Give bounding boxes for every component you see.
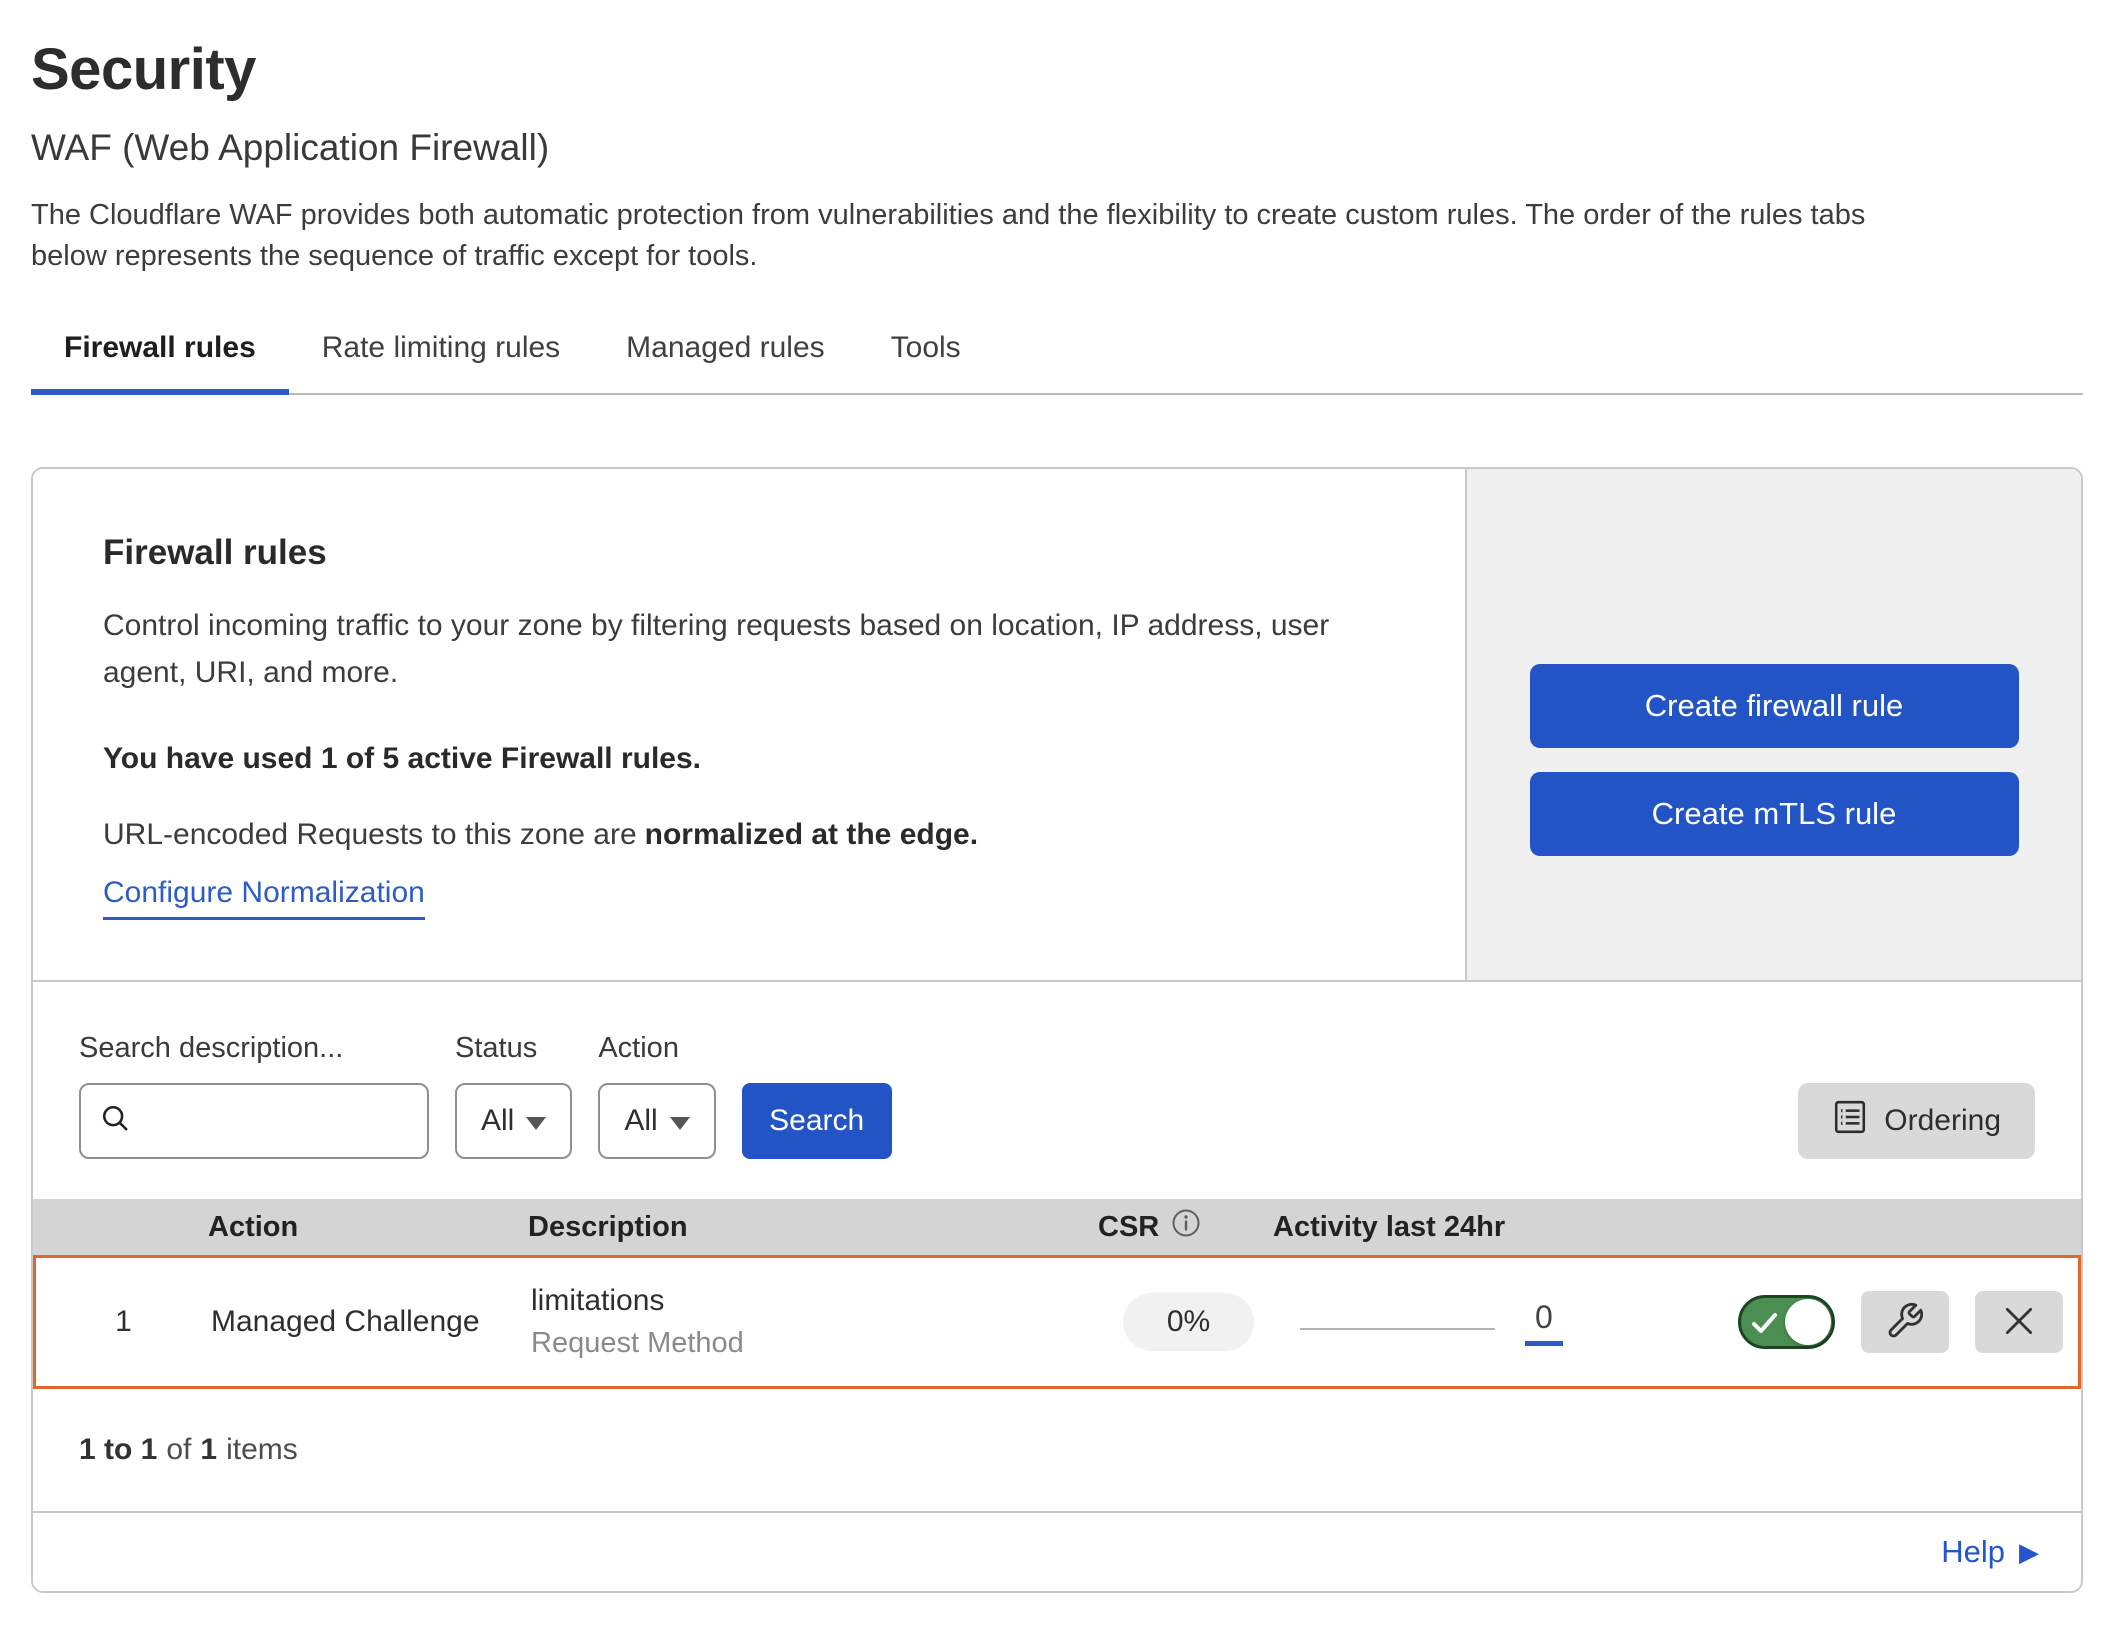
status-label: Status — [455, 1032, 572, 1065]
rule-enabled-toggle[interactable] — [1738, 1295, 1835, 1349]
column-csr-label: CSR — [1098, 1211, 1159, 1244]
search-label: Search description... — [79, 1032, 429, 1065]
normalization-text: URL-encoded Requests to this zone are — [103, 818, 637, 851]
rules-filter-bar: Search description... Status All — [33, 982, 2081, 1199]
rule-action: Managed Challenge — [211, 1305, 531, 1339]
items-word: items — [226, 1433, 298, 1467]
usage-statement: You have used 1 of 5 active Firewall rul… — [103, 742, 1395, 776]
items-total: 1 — [200, 1433, 217, 1467]
items-range: 1 to 1 — [79, 1433, 157, 1467]
normalization-statement: URL-encoded Requests to this zone arenor… — [103, 818, 1395, 852]
rule-csr: 0% — [1101, 1293, 1276, 1351]
search-input-wrapper — [79, 1083, 429, 1159]
edit-rule-button[interactable] — [1861, 1291, 1949, 1353]
activity-count-link[interactable]: 0 — [1525, 1299, 1563, 1346]
search-filter-group: Search description... — [79, 1032, 429, 1159]
tab-managed-rules[interactable]: Managed rules — [593, 323, 857, 393]
column-csr: CSR — [1098, 1208, 1273, 1246]
action-label: Action — [598, 1032, 715, 1065]
rule-description: limitations Request Method — [531, 1284, 1101, 1360]
firewall-rules-panel: Firewall rules Control incoming traffic … — [31, 467, 2083, 1593]
page-description: The Cloudflare WAF provides both automat… — [31, 195, 1911, 277]
table-pagination-summary: 1 to 1 of 1 items — [33, 1389, 2081, 1511]
status-filter-group: Status All — [455, 1032, 572, 1159]
action-select[interactable]: All — [598, 1083, 715, 1159]
activity-sparkline — [1300, 1328, 1495, 1330]
waf-tab-bar: Firewall rules Rate limiting rules Manag… — [31, 323, 2083, 395]
search-input[interactable] — [133, 1091, 427, 1151]
rule-priority: 1 — [36, 1305, 211, 1339]
normalization-bold-text: normalized at the edge. — [645, 818, 978, 851]
card-description: Control incoming traffic to your zone by… — [103, 603, 1395, 696]
create-firewall-rule-button[interactable]: Create firewall rule — [1530, 664, 2019, 748]
ordering-button[interactable]: Ordering — [1798, 1083, 2035, 1159]
delete-rule-button[interactable] — [1975, 1291, 2063, 1353]
close-icon — [1999, 1301, 2039, 1344]
check-icon — [1751, 1311, 1781, 1342]
help-label: Help — [1941, 1534, 2005, 1570]
items-of: of — [166, 1433, 191, 1467]
wrench-icon — [1885, 1301, 1925, 1344]
rules-table-header: Action Description CSR Activity last 24h… — [33, 1199, 2081, 1255]
firewall-rule-row[interactable]: 1 Managed Challenge limitations Request … — [33, 1255, 2081, 1389]
create-rule-actions: Create firewall rule Create mTLS rule — [1465, 469, 2081, 980]
info-icon[interactable] — [1171, 1208, 1201, 1246]
csr-badge: 0% — [1123, 1293, 1254, 1351]
column-activity: Activity last 24hr — [1273, 1211, 1703, 1244]
column-description: Description — [528, 1211, 1098, 1244]
chevron-down-icon — [670, 1117, 690, 1130]
rule-description-name: limitations — [531, 1284, 1101, 1318]
search-button[interactable]: Search — [742, 1083, 892, 1159]
column-action: Action — [208, 1211, 528, 1244]
action-filter-group: Action All — [598, 1032, 715, 1159]
tab-firewall-rules[interactable]: Firewall rules — [31, 323, 289, 395]
rule-description-field: Request Method — [531, 1327, 1101, 1360]
rule-activity: 0 — [1276, 1299, 1706, 1346]
status-select-value: All — [481, 1104, 514, 1138]
create-mtls-rule-button[interactable]: Create mTLS rule — [1530, 772, 2019, 856]
help-link[interactable]: Help ▶ — [1941, 1534, 2039, 1570]
tab-rate-limiting-rules[interactable]: Rate limiting rules — [289, 323, 593, 393]
help-arrow-icon: ▶ — [2019, 1539, 2039, 1565]
search-icon — [99, 1102, 133, 1141]
chevron-down-icon — [526, 1117, 546, 1130]
toggle-knob — [1785, 1299, 1831, 1345]
ordering-button-label: Ordering — [1884, 1104, 2001, 1138]
firewall-rules-info: Firewall rules Control incoming traffic … — [33, 469, 1465, 980]
firewall-rules-summary-card: Firewall rules Control incoming traffic … — [33, 469, 2081, 982]
page-subtitle: WAF (Web Application Firewall) — [31, 127, 2083, 169]
configure-normalization-link[interactable]: Configure Normalization — [103, 876, 425, 920]
card-heading: Firewall rules — [103, 533, 1395, 573]
help-bar: Help ▶ — [33, 1511, 2081, 1591]
rule-controls — [1706, 1291, 2078, 1353]
security-waf-page: Security WAF (Web Application Firewall) … — [0, 0, 2114, 1633]
page-title: Security — [31, 36, 2083, 103]
status-select[interactable]: All — [455, 1083, 572, 1159]
tab-tools[interactable]: Tools — [858, 323, 994, 393]
list-document-icon — [1832, 1099, 1868, 1143]
action-select-value: All — [624, 1104, 657, 1138]
